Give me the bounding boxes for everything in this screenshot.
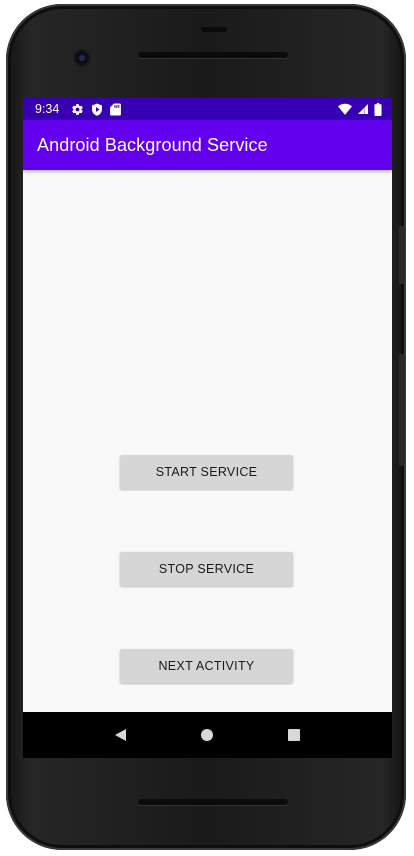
app-bar: Android Background Service — [23, 120, 392, 170]
sd-card-icon — [110, 103, 122, 116]
status-time: 9:34 — [35, 102, 60, 116]
app-title: Android Background Service — [37, 134, 268, 155]
top-speaker-grille — [138, 52, 288, 58]
front-camera — [75, 51, 89, 65]
status-bar: 9:34 — [23, 98, 392, 120]
next-activity-button[interactable]: NEXT ACTIVITY — [120, 649, 293, 683]
shield-icon — [91, 103, 103, 116]
back-icon[interactable] — [115, 729, 127, 741]
volume-button — [399, 226, 405, 284]
wifi-icon — [338, 103, 352, 115]
navigation-bar — [23, 712, 392, 758]
recents-icon[interactable] — [287, 729, 300, 741]
signal-icon — [357, 103, 369, 115]
start-service-button[interactable]: START SERVICE — [120, 455, 293, 489]
device-screen: 9:34 Android Background Service START SE… — [23, 98, 392, 758]
home-icon[interactable] — [200, 729, 213, 741]
bottom-speaker-grille — [138, 799, 288, 805]
main-content: START SERVICE STOP SERVICE NEXT ACTIVITY — [23, 170, 392, 712]
gear-icon — [71, 103, 84, 116]
stop-service-button[interactable]: STOP SERVICE — [120, 552, 293, 586]
power-button — [399, 354, 405, 466]
top-earpiece — [201, 27, 227, 32]
battery-icon — [374, 102, 382, 116]
